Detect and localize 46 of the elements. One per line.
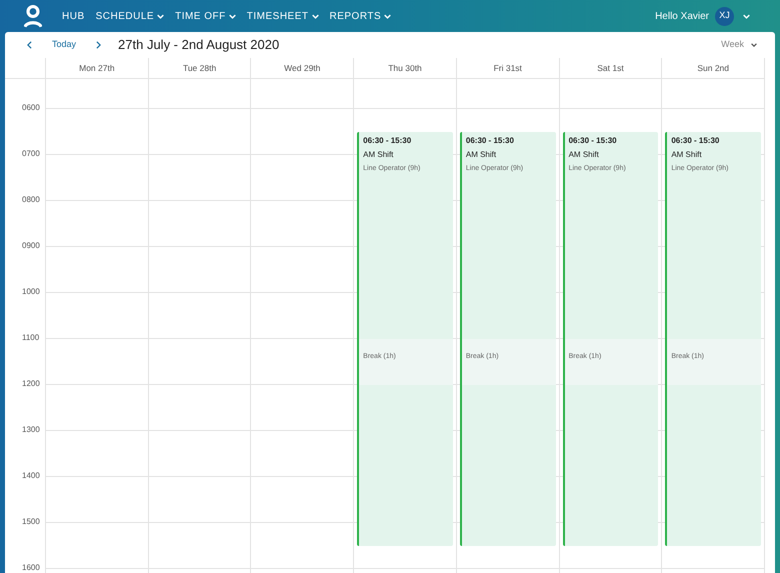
hour-label: 0800 <box>22 194 40 206</box>
day-header: Fri 31st <box>492 62 523 75</box>
view-select[interactable]: Week <box>721 38 757 52</box>
shift-time: 06:30 - 15:30 <box>671 135 720 147</box>
nav-menu-item[interactable]: TIMESHEET <box>246 8 318 24</box>
nav-menu-item[interactable]: HUB <box>62 8 85 24</box>
hour-label: 1600 <box>22 562 40 573</box>
hour-label: 0900 <box>22 240 40 252</box>
day-header: Thu 30th <box>387 62 423 75</box>
chevron-right-icon <box>96 41 102 49</box>
nav-menu-item[interactable]: REPORTS <box>330 8 392 24</box>
date-range-title: 27th July - 2nd August 2020 <box>118 36 280 54</box>
hour-label: 1500 <box>22 516 40 528</box>
day-header: Mon 27th <box>78 62 116 75</box>
shift-title: AM Shift <box>568 149 600 161</box>
hour-label: 1300 <box>22 424 40 436</box>
day-header: Wed 29th <box>283 62 322 75</box>
nav-menu-item[interactable]: SCHEDULE <box>96 8 164 24</box>
chevron-left-icon <box>27 41 32 49</box>
hour-label: 1400 <box>22 470 40 482</box>
greeting-text: Hello Xavier <box>655 10 709 24</box>
hour-label: 1200 <box>22 378 40 390</box>
day-header: Sun 2nd <box>696 62 730 75</box>
chevron-down-icon <box>157 14 164 18</box>
shift-title: AM Shift <box>363 149 394 161</box>
next-button[interactable] <box>96 41 102 49</box>
shift-title: AM Shift <box>671 149 703 161</box>
person-logo-icon <box>24 4 42 28</box>
user-avatar[interactable]: XJ <box>715 6 734 26</box>
hour-label: 0700 <box>22 148 40 160</box>
hour-label: 1000 <box>22 286 40 298</box>
day-header: Sat 1st <box>596 62 625 75</box>
hour-label: 1100 <box>22 332 40 344</box>
shift-time: 06:30 - 15:30 <box>466 135 515 147</box>
chevron-down-icon <box>743 14 750 18</box>
chevron-down-icon <box>228 14 236 18</box>
shift-title: AM Shift <box>466 149 498 161</box>
nav-menu-item[interactable]: TIME OFF <box>175 8 236 24</box>
today-button[interactable]: Today <box>52 38 76 52</box>
shift-time: 06:30 - 15:30 <box>363 135 412 147</box>
chevron-down-icon <box>384 14 392 18</box>
day-header: Tue 28th <box>182 62 218 75</box>
chevron-down-icon <box>312 14 318 18</box>
chevron-down-icon <box>751 43 757 47</box>
hour-label: 0600 <box>22 102 40 114</box>
shift-time: 06:30 - 15:30 <box>568 135 618 147</box>
